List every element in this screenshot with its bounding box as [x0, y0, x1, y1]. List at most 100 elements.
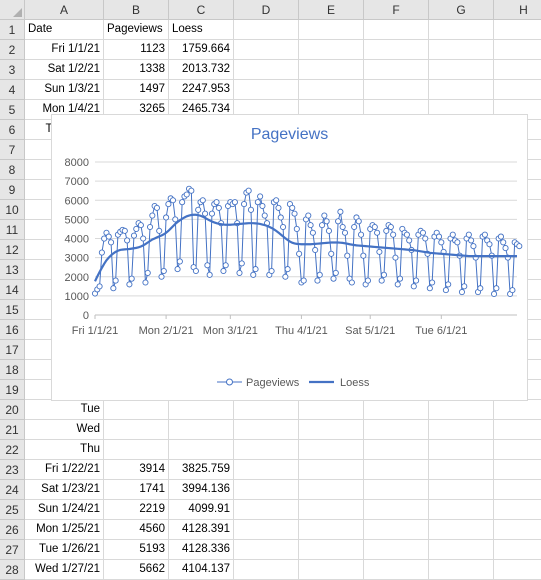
cell-b26[interactable]: 4560	[104, 520, 169, 540]
row-header-3[interactable]: 3	[0, 60, 25, 80]
cell-f26[interactable]	[364, 520, 429, 540]
row-header-6[interactable]: 6	[0, 120, 25, 140]
column-header-e[interactable]: E	[299, 0, 364, 20]
row-header-9[interactable]: 9	[0, 180, 25, 200]
cell-b3[interactable]: 1338	[104, 60, 169, 80]
cell-g22[interactable]	[429, 440, 494, 460]
cell-a21[interactable]: Wed	[25, 420, 104, 440]
row-header-7[interactable]: 7	[0, 140, 25, 160]
column-header-d[interactable]: D	[234, 0, 299, 20]
row-header-24[interactable]: 24	[0, 480, 25, 500]
cell-d24[interactable]	[234, 480, 299, 500]
pageviews-chart[interactable]: Pageviews 0 1000 2000 3000 4000 5000 6000 7000 8…	[51, 114, 528, 401]
row-header-15[interactable]: 15	[0, 300, 25, 320]
row-header-22[interactable]: 22	[0, 440, 25, 460]
cell-b2[interactable]: 1123	[104, 40, 169, 60]
cell-b21[interactable]	[104, 420, 169, 440]
cell-g2[interactable]	[429, 40, 494, 60]
cell-h26[interactable]	[494, 520, 541, 540]
cell-f21[interactable]	[364, 420, 429, 440]
cell-e25[interactable]	[299, 500, 364, 520]
row-header-28[interactable]: 28	[0, 560, 25, 580]
cell-f23[interactable]	[364, 460, 429, 480]
cell-c27[interactable]: 4128.336	[169, 540, 234, 560]
select-all-corner[interactable]	[0, 0, 25, 20]
cell-h4[interactable]	[494, 80, 541, 100]
cell-b1[interactable]: Pageviews	[104, 20, 169, 40]
cell-c4[interactable]: 2247.953	[169, 80, 234, 100]
cell-d23[interactable]	[234, 460, 299, 480]
row-header-21[interactable]: 21	[0, 420, 25, 440]
cell-d4[interactable]	[234, 80, 299, 100]
row-header-20[interactable]: 20	[0, 400, 25, 420]
column-header-g[interactable]: G	[429, 0, 494, 20]
cell-h23[interactable]	[494, 460, 541, 480]
cell-a4[interactable]: Sun 1/3/21	[25, 80, 104, 100]
cell-a23[interactable]: Fri 1/22/21	[25, 460, 104, 480]
row-header-1[interactable]: 1	[0, 20, 25, 40]
row-header-8[interactable]: 8	[0, 160, 25, 180]
cell-e21[interactable]	[299, 420, 364, 440]
cell-d3[interactable]	[234, 60, 299, 80]
cell-h22[interactable]	[494, 440, 541, 460]
row-header-10[interactable]: 10	[0, 200, 25, 220]
cell-g26[interactable]	[429, 520, 494, 540]
cell-b28[interactable]: 5662	[104, 560, 169, 580]
cell-e23[interactable]	[299, 460, 364, 480]
cell-a22[interactable]: Thu	[25, 440, 104, 460]
cell-h20[interactable]	[494, 400, 541, 420]
cell-c25[interactable]: 4099.91	[169, 500, 234, 520]
cell-g1[interactable]	[429, 20, 494, 40]
row-header-17[interactable]: 17	[0, 340, 25, 360]
cell-b23[interactable]: 3914	[104, 460, 169, 480]
cell-e1[interactable]	[299, 20, 364, 40]
cell-b25[interactable]: 2219	[104, 500, 169, 520]
column-header-a[interactable]: A	[25, 0, 104, 20]
cell-f4[interactable]	[364, 80, 429, 100]
column-header-b[interactable]: B	[104, 0, 169, 20]
cell-e4[interactable]	[299, 80, 364, 100]
cell-d21[interactable]	[234, 420, 299, 440]
cell-h2[interactable]	[494, 40, 541, 60]
row-header-4[interactable]: 4	[0, 80, 25, 100]
cell-g27[interactable]	[429, 540, 494, 560]
cell-h1[interactable]	[494, 20, 541, 40]
row-header-11[interactable]: 11	[0, 220, 25, 240]
cell-h28[interactable]	[494, 560, 541, 580]
cell-b24[interactable]: 1741	[104, 480, 169, 500]
cell-a27[interactable]: Tue 1/26/21	[25, 540, 104, 560]
column-header-c[interactable]: C	[169, 0, 234, 20]
cell-c24[interactable]: 3994.136	[169, 480, 234, 500]
row-header-13[interactable]: 13	[0, 260, 25, 280]
cell-h21[interactable]	[494, 420, 541, 440]
cell-d26[interactable]	[234, 520, 299, 540]
cell-a25[interactable]: Sun 1/24/21	[25, 500, 104, 520]
column-header-h[interactable]: H	[494, 0, 541, 20]
cell-g25[interactable]	[429, 500, 494, 520]
cell-d28[interactable]	[234, 560, 299, 580]
row-header-12[interactable]: 12	[0, 240, 25, 260]
cell-e3[interactable]	[299, 60, 364, 80]
cell-b27[interactable]: 5193	[104, 540, 169, 560]
cell-h3[interactable]	[494, 60, 541, 80]
cell-e22[interactable]	[299, 440, 364, 460]
cell-d20[interactable]	[234, 400, 299, 420]
row-header-2[interactable]: 2	[0, 40, 25, 60]
cell-b20[interactable]	[104, 400, 169, 420]
cell-b22[interactable]	[104, 440, 169, 460]
cell-g23[interactable]	[429, 460, 494, 480]
cell-c21[interactable]	[169, 420, 234, 440]
cell-f25[interactable]	[364, 500, 429, 520]
cell-c20[interactable]	[169, 400, 234, 420]
cell-h25[interactable]	[494, 500, 541, 520]
cell-a20[interactable]: Tue	[25, 400, 104, 420]
row-header-23[interactable]: 23	[0, 460, 25, 480]
cell-d1[interactable]	[234, 20, 299, 40]
cell-f27[interactable]	[364, 540, 429, 560]
cell-d22[interactable]	[234, 440, 299, 460]
cell-g21[interactable]	[429, 420, 494, 440]
row-header-18[interactable]: 18	[0, 360, 25, 380]
cell-h27[interactable]	[494, 540, 541, 560]
cell-c23[interactable]: 3825.759	[169, 460, 234, 480]
cell-a2[interactable]: Fri 1/1/21	[25, 40, 104, 60]
